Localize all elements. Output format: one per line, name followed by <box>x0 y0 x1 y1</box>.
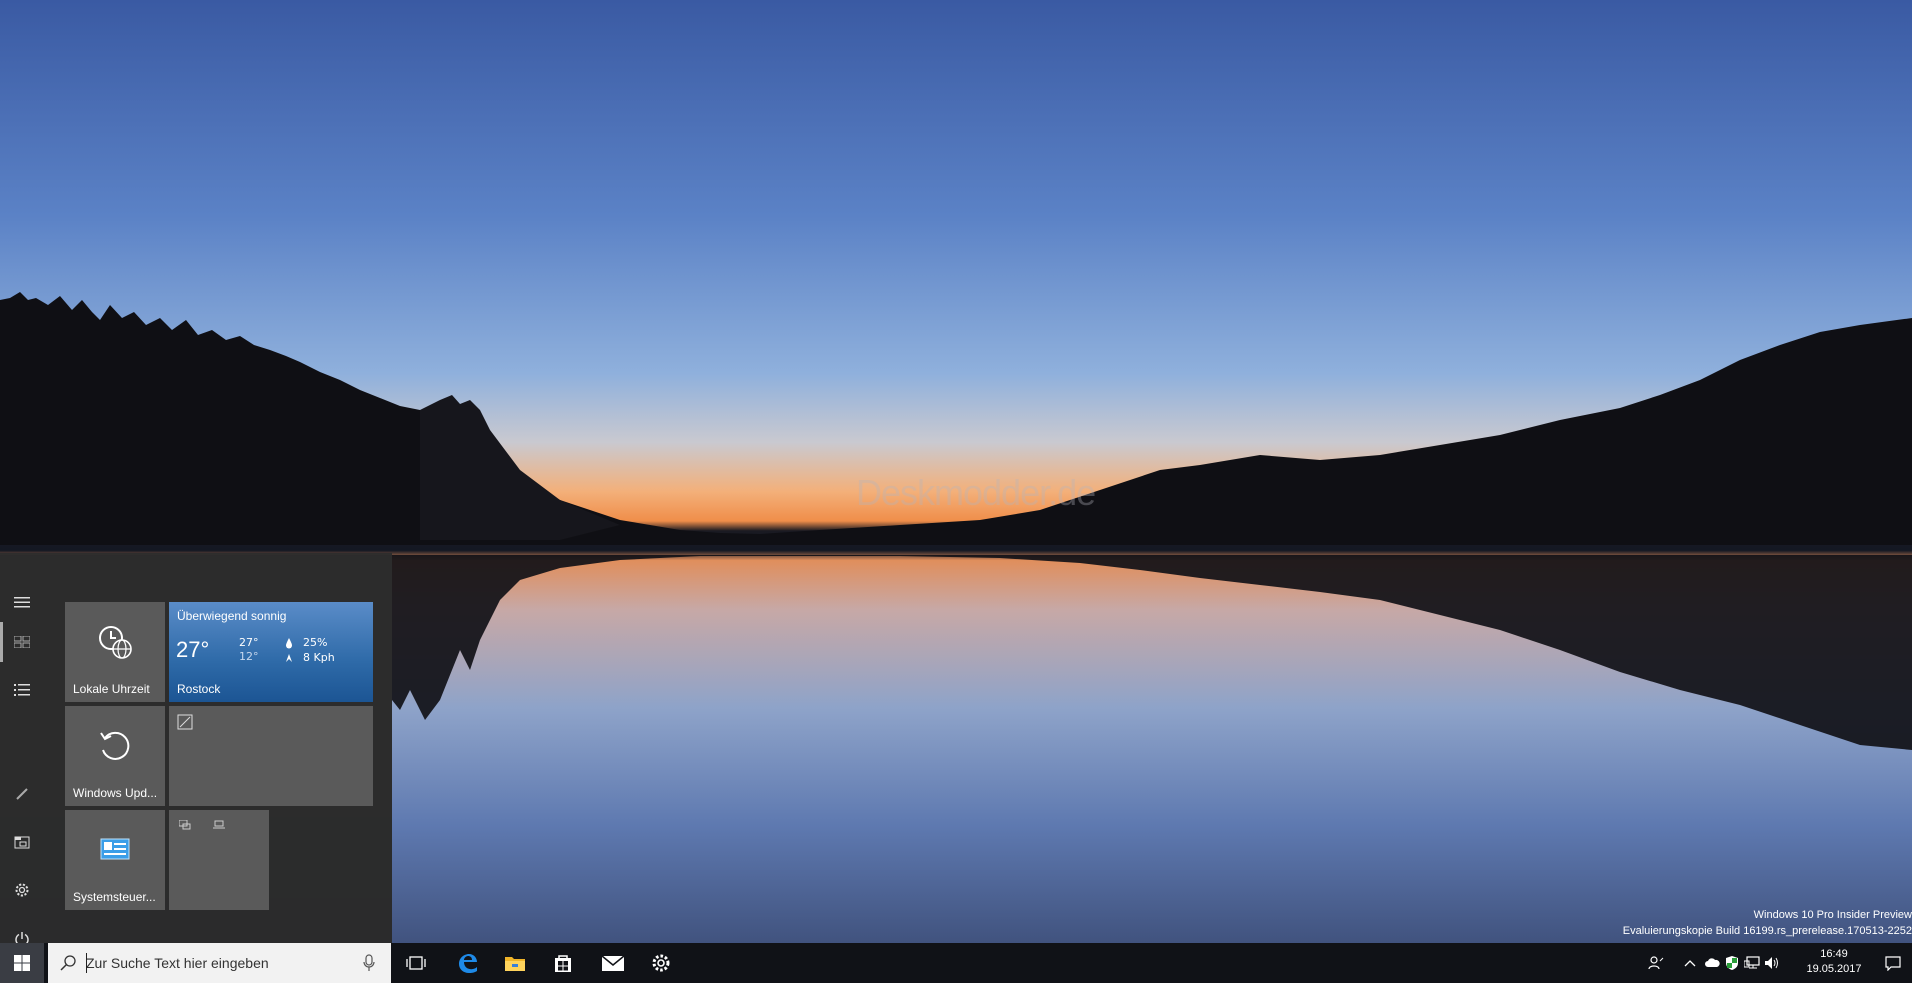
settings-button[interactable] <box>637 943 685 983</box>
evaluation-watermark: Windows 10 Pro Insider Preview Evaluieru… <box>1623 907 1912 939</box>
search-box[interactable] <box>48 943 391 983</box>
tray-overflow-button[interactable] <box>1680 943 1700 983</box>
mail-button[interactable] <box>589 943 637 983</box>
tile-windows-update[interactable]: Windows Upd... <box>65 706 165 806</box>
pen-icon[interactable] <box>0 774 44 814</box>
task-view-button[interactable] <box>393 943 439 983</box>
edge-icon <box>459 954 477 973</box>
weather-high: 27° <box>239 636 259 649</box>
task-view-icon <box>406 956 426 970</box>
watermark-text: Deskmodder.de <box>856 472 1096 513</box>
edge-button[interactable] <box>443 943 491 983</box>
tile-placeholder-wide[interactable] <box>169 706 373 806</box>
shield-icon <box>1726 956 1738 970</box>
cloud-icon <box>1705 958 1720 967</box>
chevron-up-icon <box>1684 960 1696 967</box>
list-icon[interactable] <box>0 670 44 710</box>
store-icon <box>555 955 571 972</box>
eval-line-1: Windows 10 Pro Insider Preview <box>1753 909 1912 921</box>
onedrive-tray-button[interactable] <box>1702 943 1722 983</box>
clock-globe-icon <box>99 626 132 659</box>
speaker-icon <box>1765 957 1778 969</box>
tile-label: Lokale Uhrzeit <box>73 682 150 696</box>
gear-icon[interactable] <box>0 870 44 910</box>
control-panel-icon <box>100 838 130 860</box>
mini-app-icon <box>179 820 191 830</box>
weather-condition: Überwiegend sonnig <box>177 609 287 623</box>
hamburger-icon[interactable] <box>0 582 44 622</box>
tile-control-panel[interactable]: Systemsteuer... <box>65 810 165 910</box>
system-clock[interactable]: 16:49 19.05.2017 <box>1800 943 1868 983</box>
weather-low: 12° <box>239 650 259 663</box>
text-cursor <box>86 953 87 973</box>
weather-rain: 25% <box>303 636 328 649</box>
weather-wind: 8 Kph <box>303 651 335 664</box>
microphone-icon[interactable] <box>363 954 375 972</box>
clock-time: 16:49 <box>1820 948 1848 960</box>
people-icon <box>1648 956 1664 970</box>
tile-label: Systemsteuer... <box>73 890 156 904</box>
clock-date: 19.05.2017 <box>1806 963 1862 975</box>
mini-laptop-icon <box>213 820 225 829</box>
explorer-icon[interactable] <box>0 822 44 862</box>
file-explorer-button[interactable] <box>491 943 539 983</box>
tile-folder-group[interactable] <box>169 810 269 910</box>
network-tray-button[interactable] <box>1742 943 1762 983</box>
weather-city: Rostock <box>177 682 221 696</box>
wind-icon <box>286 654 292 662</box>
defender-tray-button[interactable] <box>1722 943 1742 983</box>
search-icon <box>60 955 76 971</box>
start-menu: Lokale Uhrzeit Überwiegend sonnig 27° 27… <box>0 553 392 947</box>
refresh-icon <box>100 731 130 760</box>
image-placeholder-icon <box>177 714 193 730</box>
action-center-button[interactable] <box>1874 943 1912 983</box>
start-rail <box>0 553 44 947</box>
weather-temperature: 27° <box>176 637 210 662</box>
mail-icon <box>601 955 625 971</box>
tile-label: Windows Upd... <box>73 786 158 800</box>
tiles-icon[interactable] <box>0 622 44 662</box>
settings-icon <box>652 954 670 972</box>
windows-logo-icon <box>14 955 30 971</box>
volume-tray-button[interactable] <box>1762 943 1782 983</box>
store-button[interactable] <box>539 943 587 983</box>
folder-icon <box>505 957 525 971</box>
tile-weather[interactable]: Überwiegend sonnig 27° 27° 12° 25% 8 Kph… <box>169 602 373 702</box>
eval-line-2: Evaluierungskopie Build 16199.rs_prerele… <box>1622 925 1912 937</box>
tile-local-time[interactable]: Lokale Uhrzeit <box>65 602 165 702</box>
raindrop-icon <box>286 638 292 649</box>
network-icon <box>1744 956 1760 969</box>
search-input[interactable] <box>86 943 356 983</box>
people-button[interactable] <box>1644 943 1668 983</box>
notification-icon <box>1885 956 1901 971</box>
start-button[interactable] <box>0 943 44 983</box>
